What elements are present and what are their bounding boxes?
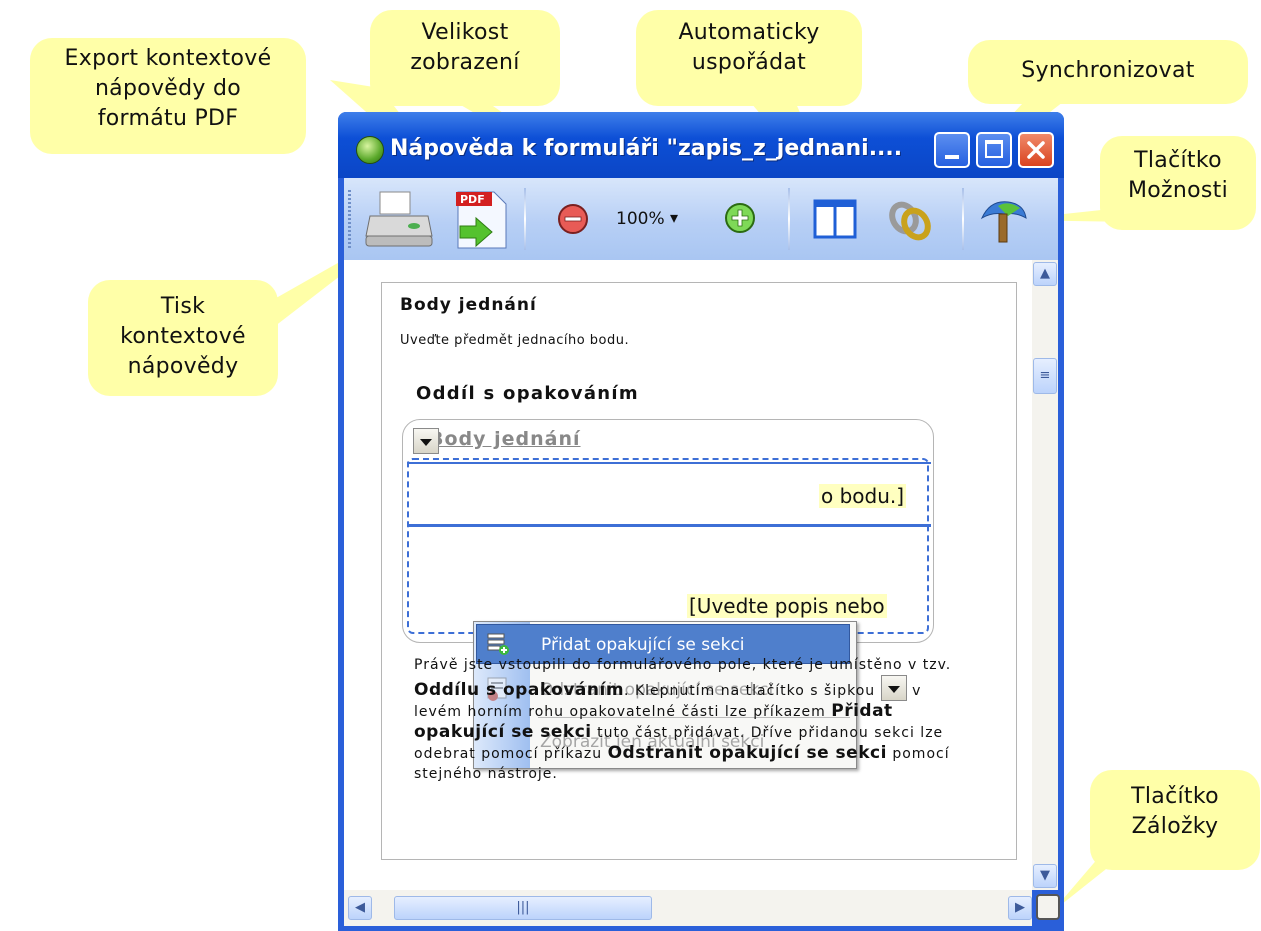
zoom-in-button[interactable] [722,200,758,236]
scroll-up-button[interactable]: ▲ [1033,262,1057,286]
print-button[interactable] [364,188,434,250]
synchronize-button[interactable] [888,198,934,242]
callout-export-pdf: Export kontextové nápovědy do formátu PD… [30,38,306,154]
zoom-level-dropdown[interactable]: 100% ▾ [616,206,696,234]
help-window: Nápověda k formuláři "zapis_z_jednani...… [338,112,1064,931]
triangle-down-icon [420,439,432,446]
callout-bookmarks-button: Tlačítko Záložky [1090,770,1260,870]
export-pdf-button[interactable]: PDF [450,186,512,252]
window-title: Nápověda k formuláři "zapis_z_jednani...… [390,136,903,161]
paragraph-text: Právě jste vstoupili do formulářového po… [414,657,952,673]
close-icon [1027,141,1045,159]
section-instruction: Uveďte předmět jednacího bodu. [400,333,630,348]
paragraph-bold: Oddílu s opakováním [414,680,625,700]
printer-icon [365,191,433,247]
scroll-down-button[interactable]: ▼ [1033,864,1057,888]
toolbar: PDF 100% ▾ [344,178,1058,261]
paragraph-text: . Klepnutím na tlačítko s šipkou [624,683,876,699]
vertical-scrollbar[interactable]: ▲ ≡ ▼ [1032,260,1058,890]
scroll-left-button[interactable]: ◀ [348,896,372,920]
zoom-value: 100% [616,209,665,229]
toolbar-grip[interactable] [348,190,351,248]
callout-options-button: Tlačítko Možnosti [1100,136,1256,230]
callout-zoom: Velikost zobrazení [370,10,560,106]
chevron-down-icon: ▾ [670,208,679,227]
menu-item-label: Přidat opakující se sekci [541,635,745,655]
form-preview: Body jednání Uveďte předmět jednacího bo… [381,282,1017,860]
maximize-button[interactable] [976,132,1012,168]
close-button[interactable] [1018,132,1054,168]
minimize-button[interactable] [934,132,970,168]
repeating-section-header: Body jednání [429,428,581,450]
placeholder-text[interactable]: o bodu.] [819,484,907,508]
add-section-icon [487,633,509,655]
bookmarks-button[interactable] [1036,894,1060,920]
sync-chain-icon [889,201,931,241]
help-paragraph: Právě jste vstoupili do formulářového po… [414,655,974,784]
auto-arrange-button[interactable] [812,198,858,240]
toolbar-separator [524,188,526,250]
vertical-scroll-thumb[interactable]: ≡ [1033,358,1057,394]
section-menu-arrow-button[interactable] [413,428,439,454]
scroll-right-button[interactable]: ▶ [1008,896,1032,920]
section-heading: Body jednání [400,295,537,315]
two-panes-icon [813,199,857,239]
paragraph-bold: Odstranit opakující se sekci [607,743,887,763]
callout-auto-arrange: Automaticky uspořádat [636,10,862,106]
zoom-out-button[interactable] [556,202,590,236]
options-button[interactable] [978,196,1028,244]
help-content-pane[interactable]: Body jednání Uveďte předmět jednacího bo… [344,260,1032,890]
horizontal-scrollbar[interactable]: ◀ ||| ▶ [344,890,1032,926]
triangle-down-icon [887,686,900,693]
repeating-section-title: Oddíl s opakováním [416,383,639,404]
minus-circle-icon [558,204,588,234]
repeating-section: Body jednání o bodu.] [Uvedte popis nebo [402,419,934,643]
pdf-label: PDF [460,193,485,206]
title-bar[interactable]: Nápověda k formuláři "zapis_z_jednani...… [338,112,1064,178]
horizontal-scroll-thumb[interactable]: ||| [394,896,652,920]
toolbar-separator [962,188,964,250]
app-icon [356,136,384,164]
toolbar-separator [788,188,790,250]
inline-arrow-button-image [880,675,907,701]
plus-circle-icon [725,203,755,233]
umbrella-icon [980,201,1027,243]
callout-synchronize: Synchronizovat [968,40,1248,104]
placeholder-description[interactable]: [Uvedte popis nebo [687,594,887,618]
callout-print: Tisk kontextové nápovědy [88,280,278,396]
